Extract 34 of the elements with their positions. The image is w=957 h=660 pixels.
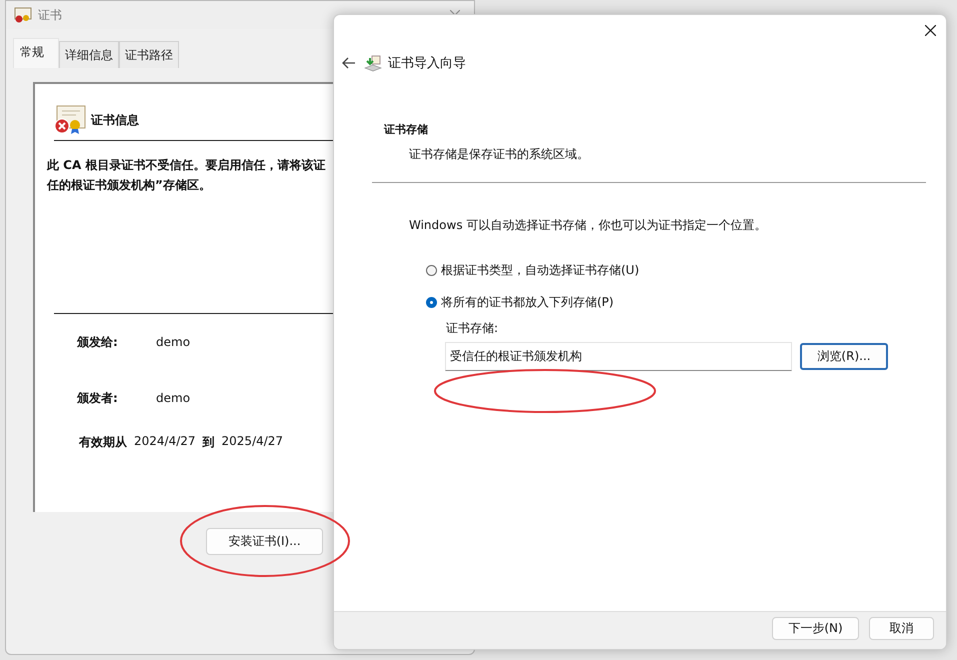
field-label: 颁发给: bbox=[77, 334, 119, 350]
radio-button[interactable] bbox=[426, 296, 437, 308]
certificate-error-icon bbox=[54, 105, 86, 135]
field-value: demo bbox=[156, 335, 190, 349]
back-arrow-icon[interactable] bbox=[342, 57, 356, 69]
tab[interactable]: 详细信息 bbox=[59, 41, 119, 68]
store-input-field[interactable]: 受信任的根证书颁发机构 bbox=[445, 342, 792, 371]
field-label: 证书存储: bbox=[446, 320, 500, 337]
warning-text: 此 CA 根目录证书不受信任。要启用信任，请将该证 bbox=[47, 157, 326, 174]
radio-button[interactable] bbox=[426, 264, 437, 276]
field-label: 颁发者: bbox=[77, 390, 119, 406]
next-button[interactable]: 下一步(N) bbox=[772, 617, 859, 640]
field-value: demo bbox=[156, 391, 190, 405]
browse-button[interactable]: 浏览(R)... bbox=[800, 343, 888, 370]
certificate-icon bbox=[14, 7, 32, 23]
section-title: 证书存储 bbox=[384, 122, 429, 137]
date-text: 2025/4/27 bbox=[222, 434, 284, 450]
date-text: 2024/4/27 bbox=[134, 434, 196, 450]
tab[interactable]: 常规 bbox=[13, 38, 59, 68]
field-label: 有效期从 bbox=[79, 434, 127, 451]
warning-text: 任的根证书颁发机构”存储区。 bbox=[47, 177, 212, 194]
install-certificate-button[interactable]: 安装证书(I)... bbox=[206, 528, 323, 555]
tab[interactable]: 证书路径 bbox=[119, 41, 179, 68]
wizard-title: 证书导入向导 bbox=[388, 55, 466, 72]
window-title: 证书 bbox=[38, 6, 62, 24]
cancel-button[interactable]: 取消 bbox=[869, 617, 934, 640]
intro-text: Windows 可以自动选择证书存储，你也可以为证书指定一个位置。 bbox=[409, 217, 768, 234]
section-heading: 证书信息 bbox=[91, 112, 139, 128]
option-label[interactable]: 根据证书类型，自动选择证书存储(U) bbox=[441, 262, 640, 278]
wizard-icon bbox=[364, 54, 382, 72]
close-icon[interactable] bbox=[925, 25, 936, 36]
option-label[interactable]: 将所有的证书都放入下列存储(P) bbox=[441, 294, 614, 310]
section-description: 证书存储是保存证书的系统区域。 bbox=[409, 146, 590, 163]
field-label: 到 bbox=[202, 434, 215, 451]
